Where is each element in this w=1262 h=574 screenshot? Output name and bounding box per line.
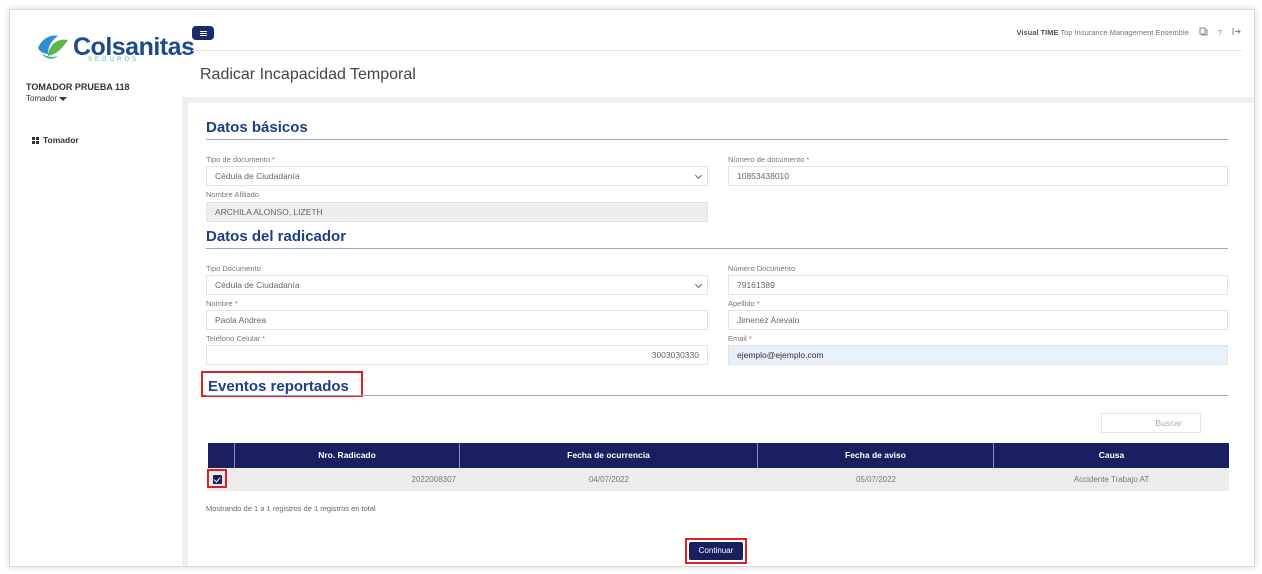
page-title: Radicar Incapacidad Temporal xyxy=(200,66,416,83)
highlight-row-checkbox xyxy=(207,469,227,488)
sidebar-item-tomador[interactable]: Tomador xyxy=(32,135,79,145)
content-left-strip xyxy=(182,97,188,566)
notification-icon[interactable] xyxy=(1199,27,1208,38)
cell-fecha-aviso: 05/07/2022 xyxy=(855,475,897,484)
table-row[interactable]: 2022008307 04/07/2022 05/07/2022 Acciden… xyxy=(208,468,1229,491)
help-icon[interactable]: ? xyxy=(1218,28,1222,37)
column-header-radicado[interactable]: Nro. Radicado xyxy=(235,443,460,468)
column-header-fecha-ocurrencia[interactable]: Fecha de ocurrencia xyxy=(460,443,758,468)
sidebar-item-label: Tomador xyxy=(43,135,79,145)
chevron-down-icon xyxy=(694,171,703,180)
radicador-numero-documento-field[interactable]: 79161389 xyxy=(728,275,1228,295)
app-description: Top Insurance Management Ensemble xyxy=(1060,28,1189,37)
logout-icon[interactable] xyxy=(1232,27,1242,38)
section-title-datos-basicos: Datos básicos xyxy=(206,119,308,136)
email-field[interactable]: ejemplo@ejemplo.com xyxy=(728,345,1228,365)
app-window: Colsanitas SEGUROS TOMADOR PRUEBA 118 To… xyxy=(9,9,1255,567)
section-divider xyxy=(206,248,1228,249)
menu-toggle-button[interactable] xyxy=(192,26,214,40)
highlight-eventos-title xyxy=(201,371,363,397)
caret-down-icon xyxy=(59,96,68,101)
telefono-celular-field[interactable]: 3003030330 xyxy=(206,345,708,365)
colsanitas-logo-icon xyxy=(36,32,70,62)
email-label: Email * xyxy=(728,334,752,343)
nombre-field[interactable]: Paola Andrea xyxy=(206,310,708,330)
table-header: Nro. Radicado Fecha de ocurrencia Fecha … xyxy=(208,443,1229,468)
apellido-label: Apellido * xyxy=(728,299,760,308)
cell-radicado: 2022008307 xyxy=(411,475,457,484)
app-name: Visual TIME xyxy=(1016,28,1059,37)
user-role-label: Tomador xyxy=(26,94,58,103)
brand-subtitle: SEGUROS xyxy=(88,57,140,63)
section-divider xyxy=(206,139,1228,140)
tipo-documento-label: Tipo de documento * xyxy=(206,155,275,164)
column-header-causa[interactable]: Causa xyxy=(994,443,1229,468)
radicador-numero-documento-label: Número Documento xyxy=(728,264,796,273)
chevron-down-icon xyxy=(694,280,703,289)
nombre-afiliado-label: Nombre Afiliado xyxy=(206,190,259,199)
nombre-afiliado-field: ARCHILA ALONSO, LIZETH xyxy=(206,202,708,222)
column-header-fecha-aviso[interactable]: Fecha de aviso xyxy=(758,443,994,468)
highlight-continue-button xyxy=(685,538,747,564)
radicador-tipo-documento-label: Tipo Documento xyxy=(206,264,261,273)
section-title-datos-radicador: Datos del radicador xyxy=(206,228,347,245)
tipo-documento-value: Cédula de Ciudadanía xyxy=(215,171,300,181)
telefono-celular-label: Teléfono Celular * xyxy=(206,334,266,343)
search-input[interactable]: Buscar xyxy=(1101,413,1201,433)
apellido-field[interactable]: Jimenez Arevalo xyxy=(728,310,1228,330)
user-name: TOMADOR PRUEBA 118 xyxy=(26,82,130,92)
nombre-label: Nombre * xyxy=(206,299,238,308)
numero-documento-field[interactable]: 10853438010 xyxy=(728,166,1228,186)
user-role-dropdown[interactable]: Tomador xyxy=(26,94,68,103)
topbar-right: Visual TIME Top Insurance Management Ens… xyxy=(1016,27,1242,38)
app-title: Visual TIME Top Insurance Management Ens… xyxy=(1016,28,1188,37)
column-header-select xyxy=(208,443,235,468)
radicador-tipo-documento-value: Cédula de Ciudadanía xyxy=(215,280,300,290)
radicador-tipo-documento-select[interactable]: Cédula de Ciudadanía xyxy=(206,275,708,295)
cell-fecha-ocurrencia: 04/07/2022 xyxy=(588,475,630,484)
tipo-documento-select[interactable]: Cédula de Ciudadanía xyxy=(206,166,708,186)
cell-causa: Accidente Trabajo AT xyxy=(1073,475,1150,484)
header-divider xyxy=(192,50,1242,51)
content-top-strip xyxy=(182,97,1254,103)
grid-icon xyxy=(32,136,39,144)
numero-documento-label: Número de documento * xyxy=(728,155,810,164)
table-footer-info: Mostrando de 1 a 1 registros de 1 regist… xyxy=(206,504,376,513)
section-divider xyxy=(206,395,1228,396)
sidebar: Colsanitas SEGUROS TOMADOR PRUEBA 118 To… xyxy=(10,10,195,566)
